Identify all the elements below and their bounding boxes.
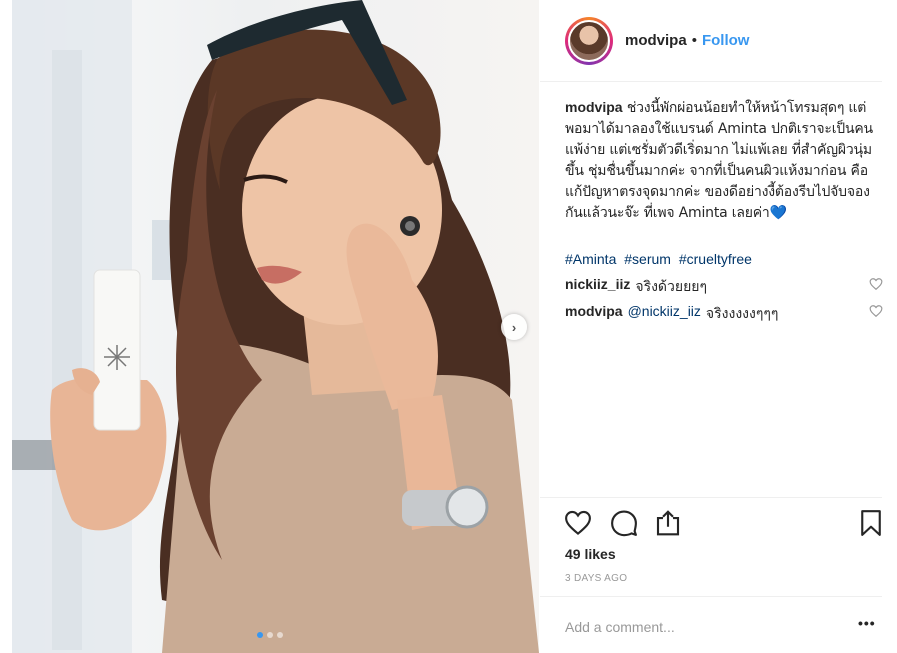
- add-comment-bar: Add a comment... •••: [540, 596, 882, 653]
- blue-heart-icon: 💙: [769, 205, 787, 221]
- comment-text: จริงด้วยยยๆ: [635, 279, 707, 295]
- action-bar: [540, 497, 882, 547]
- heart-outline-icon[interactable]: [563, 508, 593, 538]
- comment-item: nickiiz_iiz จริงด้วยยยๆ: [565, 276, 883, 298]
- comment-item: modvipa @nickiiz_iiz จริงงงงงๆๆๆ: [565, 303, 883, 325]
- header-separator: •: [691, 32, 697, 49]
- hashtag-link[interactable]: #serum: [624, 251, 671, 267]
- carousel-dot: [257, 632, 263, 638]
- comment-mention[interactable]: @nickiiz_iiz: [628, 303, 701, 325]
- comment-like-icon[interactable]: [869, 277, 883, 291]
- carousel-indicator: [257, 632, 283, 638]
- photo-scene: [12, 0, 539, 653]
- avatar-image: [568, 19, 610, 62]
- caption-text: ช่วงนี้พักผ่อนน้อยทำให้หน้าโทรมสุดๆ แต่พ…: [565, 100, 873, 221]
- hashtag-link[interactable]: #Aminta: [565, 251, 616, 267]
- bookmark-icon[interactable]: [856, 508, 886, 538]
- share-icon[interactable]: [653, 508, 683, 538]
- more-options-icon[interactable]: •••: [858, 615, 876, 631]
- header-username[interactable]: modvipa: [625, 32, 687, 49]
- speech-bubble-icon[interactable]: [609, 508, 639, 538]
- post-caption: modvipa ช่วงนี้พักผ่อนน้อยทำให้หน้าโทรมส…: [565, 97, 883, 224]
- comment-username[interactable]: nickiiz_iiz: [565, 276, 630, 298]
- hashtag-list: #Aminta #serum #crueltyfree: [565, 251, 756, 267]
- carousel-dot: [267, 632, 273, 638]
- hashtag-link[interactable]: #crueltyfree: [679, 251, 752, 267]
- comment-like-icon[interactable]: [869, 304, 883, 318]
- likes-count[interactable]: 49 likes: [565, 546, 616, 562]
- comment-input[interactable]: Add a comment...: [565, 619, 675, 635]
- post-header: modvipa • Follow: [540, 0, 882, 82]
- post-side-panel: modvipa • Follow modvipa ช่วงนี้พักผ่อนน…: [540, 0, 897, 653]
- comment-text: จริงงงงงๆๆๆ: [705, 306, 779, 322]
- avatar[interactable]: [565, 16, 613, 65]
- chevron-right-icon: ›: [511, 319, 517, 335]
- caption-username[interactable]: modvipa: [565, 99, 623, 115]
- post-photo[interactable]: ›: [12, 0, 539, 653]
- carousel-dot: [277, 632, 283, 638]
- follow-button[interactable]: Follow: [702, 32, 750, 49]
- comment-username[interactable]: modvipa: [565, 303, 623, 325]
- carousel-next-button[interactable]: ›: [501, 314, 527, 340]
- post-timestamp[interactable]: 3 DAYS AGO: [565, 573, 627, 584]
